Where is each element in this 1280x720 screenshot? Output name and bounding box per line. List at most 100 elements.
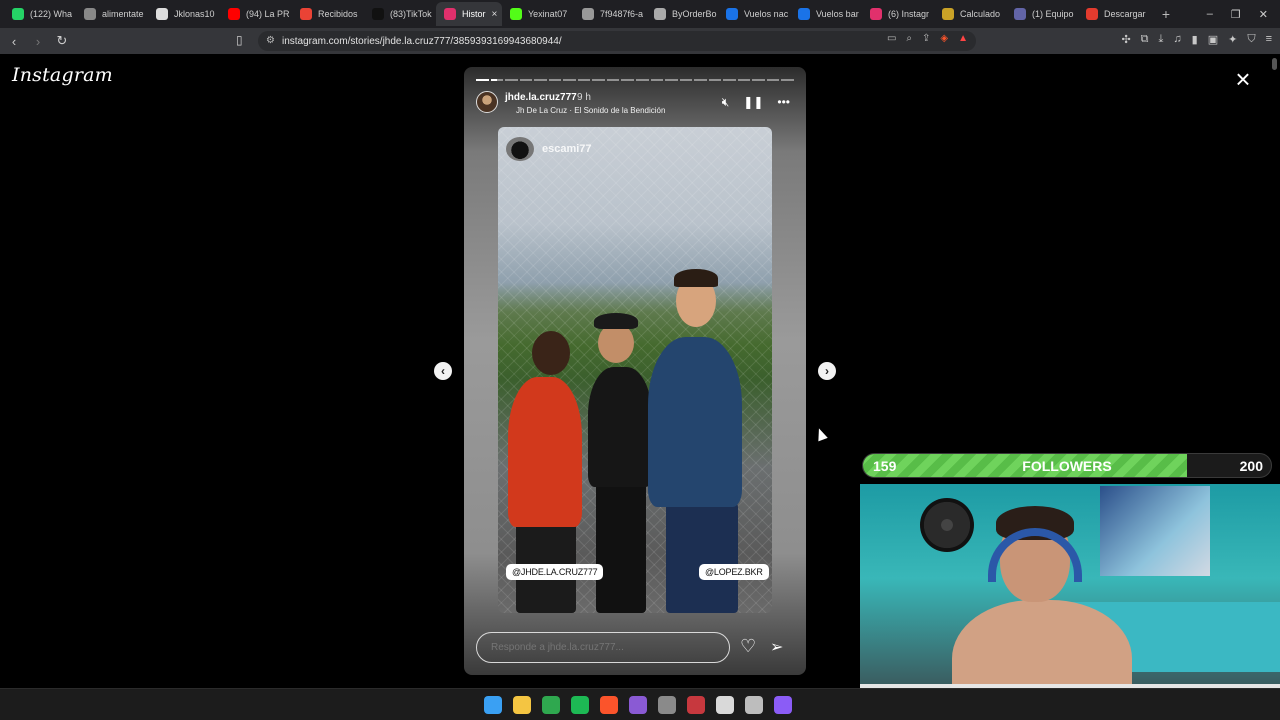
address-bar[interactable]: ⚙ instagram.com/stories/jhde.la.cruz777/… xyxy=(258,31,976,51)
like-icon[interactable]: ♡ xyxy=(740,636,756,657)
share-icon[interactable]: ⇪ xyxy=(922,33,930,44)
pause-icon[interactable]: ❚❚ xyxy=(743,95,763,110)
tab-favicon-icon xyxy=(84,8,96,20)
cast-icon[interactable]: ▭ xyxy=(887,33,896,44)
back-app-icon[interactable] xyxy=(745,696,763,714)
tab-favicon-icon xyxy=(444,8,456,20)
story-progress-bar xyxy=(476,79,795,81)
story-controls: 🔇︎ ❚❚ ••• xyxy=(722,95,790,110)
brave-shields-icon[interactable]: ◈ xyxy=(940,33,948,44)
progress-segment xyxy=(752,79,765,81)
window-controls: – ❐ ✕ xyxy=(1207,8,1280,21)
media-icon[interactable]: ♫ xyxy=(1173,33,1181,46)
tab-search-icon[interactable]: ⧉ xyxy=(1141,33,1149,46)
browser-tab[interactable]: Vuelos nac xyxy=(718,2,790,26)
tab-favicon-icon xyxy=(228,8,240,20)
tab-label: Yexinat07 xyxy=(528,9,568,19)
avatar[interactable] xyxy=(476,91,498,113)
webcam-overlay xyxy=(860,484,1280,720)
wallet-icon[interactable]: ▣ xyxy=(1208,33,1218,46)
progress-segment xyxy=(563,79,576,81)
sidebar-icon[interactable]: ▮ xyxy=(1192,33,1198,46)
visual-studio-icon[interactable] xyxy=(629,696,647,714)
obs-icon[interactable] xyxy=(774,696,792,714)
new-tab-icon[interactable]: + xyxy=(1156,6,1176,22)
mention-tag-right[interactable]: @LOPEZ.BKR xyxy=(699,564,769,580)
back-icon[interactable]: ‹ xyxy=(4,34,24,49)
leo-ai-icon[interactable]: ✦ xyxy=(1228,33,1237,46)
mention-tag-left[interactable]: @JHDE.LA.CRUZ777 xyxy=(506,564,604,580)
tab-close-icon[interactable]: × xyxy=(492,9,498,20)
story-username[interactable]: jhde.la.cruz777 xyxy=(505,92,577,103)
instagram-logo[interactable]: Instagram xyxy=(12,64,113,86)
file-explorer-icon[interactable] xyxy=(513,696,531,714)
tab-label: Calculado xyxy=(960,9,1001,19)
browser-tab-strip: (122) Wha alimentate Jklonas10 (94) La PR Re… xyxy=(0,0,1280,28)
story-music[interactable]: Jh De La Cruz · El Sonido de la Bendició… xyxy=(516,106,665,115)
browser-tab[interactable]: Descargar xyxy=(1078,2,1150,26)
browser-tab[interactable]: Vuelos bar xyxy=(790,2,862,26)
xbox-icon[interactable] xyxy=(542,696,560,714)
window-close-icon[interactable]: ✕ xyxy=(1259,8,1268,21)
tool-icon[interactable] xyxy=(716,696,734,714)
progress-segment xyxy=(621,79,635,81)
browser-tab[interactable]: Jklonas10 xyxy=(148,2,220,26)
progress-segment xyxy=(592,79,605,81)
tab-favicon-icon xyxy=(12,8,24,20)
next-story-button[interactable]: › xyxy=(818,362,836,380)
tab-favicon-icon xyxy=(654,8,666,20)
progress-segment xyxy=(679,79,693,81)
mute-icon[interactable]: 🔇︎ xyxy=(722,95,730,110)
followers-current: 159 xyxy=(873,458,897,474)
browser-tab[interactable]: Yexinat07 xyxy=(502,2,574,26)
story-card[interactable]: jhde.la.cruz777 9 h Jh De La Cruz · El S… xyxy=(464,67,806,675)
close-icon[interactable]: × xyxy=(1231,66,1255,92)
browser-tab[interactable]: alimentate xyxy=(76,2,148,26)
download-icon[interactable]: ⤓ xyxy=(1159,33,1164,46)
spotify-icon[interactable] xyxy=(571,696,589,714)
reload-icon[interactable]: ↻ xyxy=(52,33,72,49)
more-options-icon[interactable]: ••• xyxy=(777,95,790,110)
tab-label: (6) Instagr xyxy=(888,9,930,19)
tab-favicon-icon xyxy=(372,8,384,20)
browser-tab[interactable]: (6) Instagr xyxy=(862,2,934,26)
send-icon[interactable]: ➢ xyxy=(770,637,783,657)
browser-tab[interactable]: (83)TikTok xyxy=(364,2,436,26)
brave-icon[interactable] xyxy=(600,696,618,714)
browser-tab[interactable]: Recibidos xyxy=(292,2,364,26)
forward-icon[interactable]: › xyxy=(28,34,48,49)
browser-tab[interactable]: Histor × xyxy=(436,2,502,26)
tab-label: (94) La PR xyxy=(246,9,290,19)
progress-segment xyxy=(548,79,562,81)
person-right-legs xyxy=(666,503,738,613)
browser-tab[interactable]: (122) Wha xyxy=(4,2,76,26)
site-info-icon[interactable]: ⚙ xyxy=(266,35,275,46)
tab-favicon-icon xyxy=(942,8,954,20)
followers-goal: 200 xyxy=(1239,458,1263,474)
brave-rewards-icon[interactable]: ▲ xyxy=(958,33,968,44)
fan xyxy=(920,498,974,552)
windows-start-icon[interactable] xyxy=(484,696,502,714)
scrollbar-thumb[interactable] xyxy=(1272,58,1277,70)
chrome-like-icon[interactable] xyxy=(658,696,676,714)
minimize-icon[interactable]: – xyxy=(1207,8,1213,21)
browser-tab[interactable]: (94) La PR xyxy=(220,2,292,26)
bookmark-icon[interactable]: ▯ xyxy=(236,33,243,47)
previous-story-button[interactable]: ‹ xyxy=(434,362,452,380)
browser-tab[interactable]: Calculado xyxy=(934,2,1006,26)
browser-tab[interactable]: ByOrderBo xyxy=(646,2,718,26)
reply-input[interactable] xyxy=(476,632,730,663)
capcut-icon[interactable] xyxy=(687,696,705,714)
story-photo[interactable]: escami77 @JHDE.LA.CRUZ777 @LOPEZ.BKR xyxy=(498,127,772,613)
tab-label: Histor xyxy=(462,9,486,19)
browser-tab[interactable]: 7f9487f6-a xyxy=(574,2,646,26)
followers-label: FOLLOWERS xyxy=(1022,458,1112,474)
browser-tab[interactable]: (1) Equipo xyxy=(1006,2,1078,26)
extensions-icon[interactable]: ✣ xyxy=(1121,33,1130,46)
mention-username[interactable]: escami77 xyxy=(542,143,592,155)
zoom-icon[interactable]: ⌕ xyxy=(906,33,912,44)
taskbar xyxy=(0,688,1280,720)
menu-icon[interactable]: ≡ xyxy=(1266,33,1272,46)
restore-icon[interactable]: ❐ xyxy=(1231,8,1241,21)
vpn-icon[interactable]: ⛉ xyxy=(1247,33,1255,46)
